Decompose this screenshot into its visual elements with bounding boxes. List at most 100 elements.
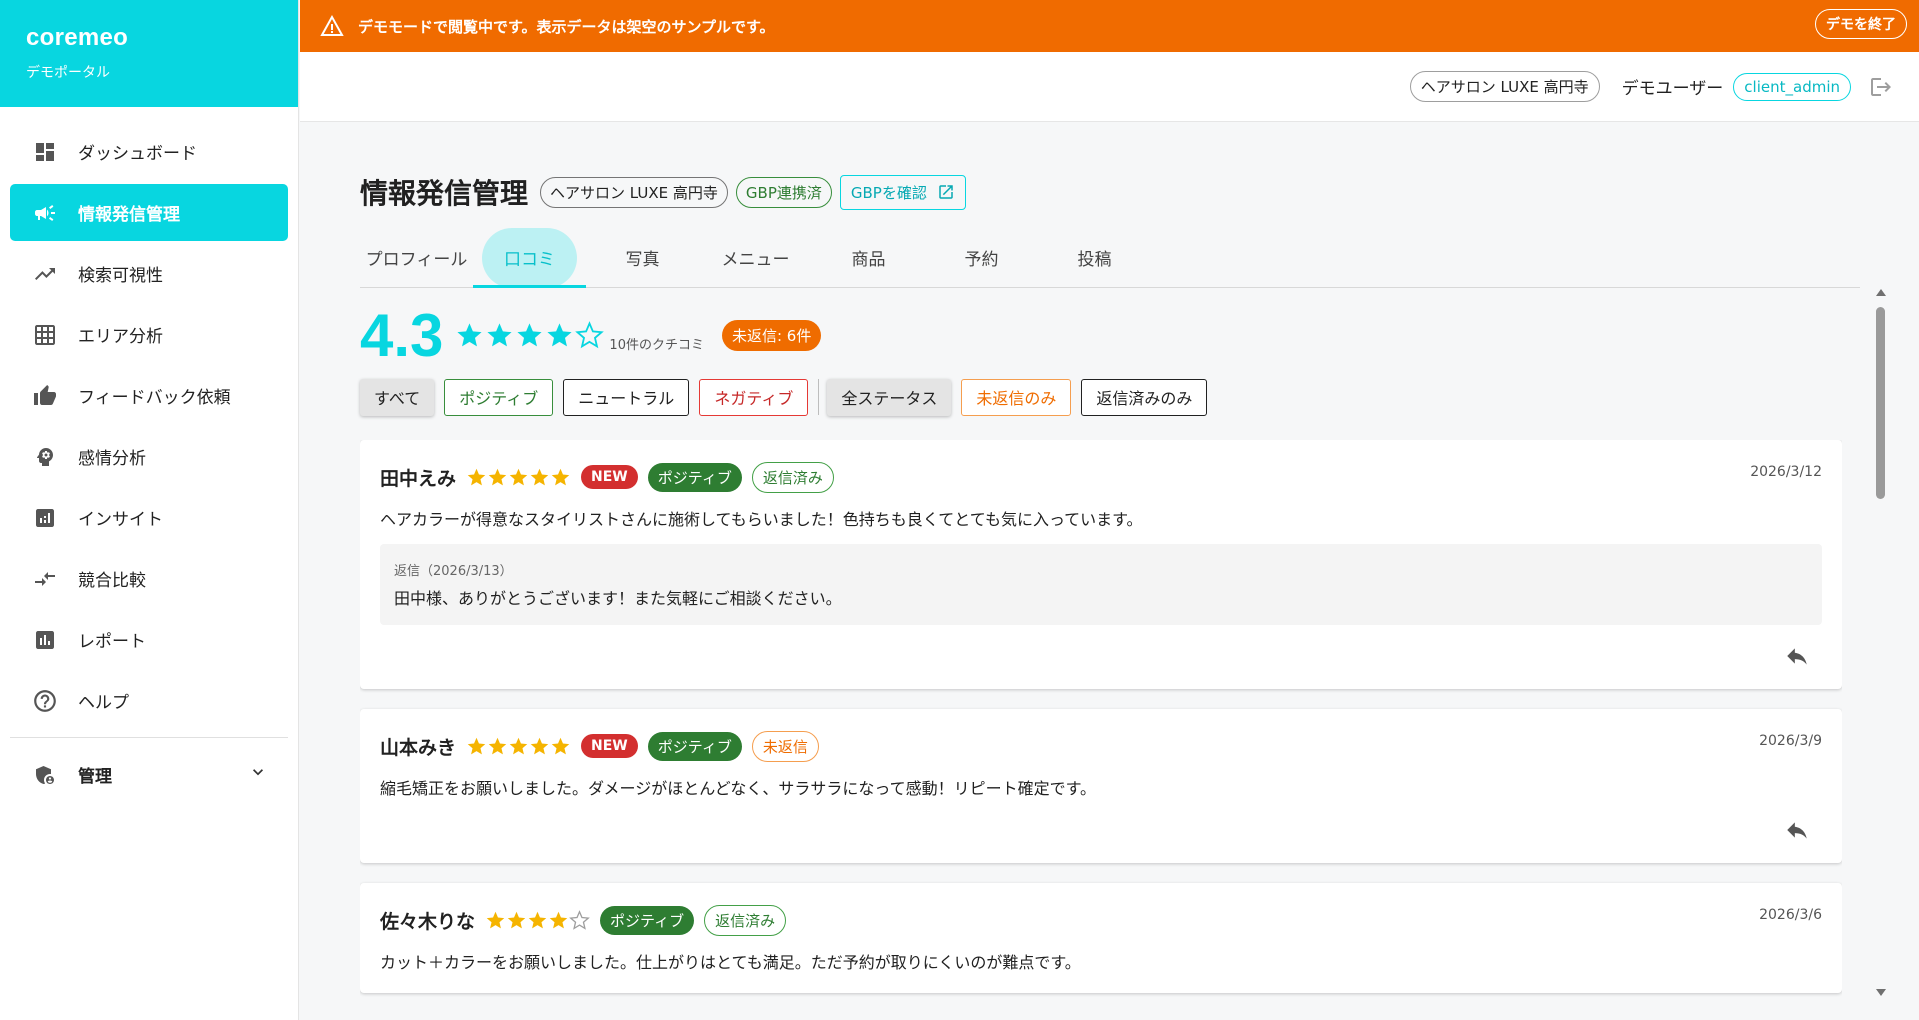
filter-divider — [818, 379, 820, 415]
help-icon — [32, 688, 58, 714]
star-filled-icon — [488, 468, 507, 485]
reply-box: 返信（2026/3/13） 田中様、ありがとうございます！また気軽にご相談くださ… — [380, 544, 1822, 625]
star-filled-icon — [530, 737, 549, 754]
review-author: 山本みき — [380, 736, 457, 759]
star-filled-icon — [549, 911, 568, 928]
star-filled-icon — [487, 322, 513, 346]
tab-reviews[interactable]: 口コミ — [473, 228, 586, 288]
filter-all[interactable]: すべて — [360, 378, 435, 416]
sentiment-badge: ポジティブ — [600, 905, 695, 935]
sidebar-item-search-visibility[interactable]: 検索可視性 — [10, 245, 288, 302]
filter-replied[interactable]: 返信済みのみ — [1081, 378, 1208, 416]
average-star-rating — [455, 320, 605, 350]
brand-header: coremeo デモポータル — [0, 0, 298, 107]
logout-icon[interactable] — [1869, 75, 1893, 99]
sidebar-nav: ダッシュボード 情報発信管理 検索可視性 エリア分析 フィードバック依頼 感情分… — [0, 107, 298, 803]
star-filled-icon — [551, 468, 570, 485]
sidebar-item-label: レポート — [78, 632, 146, 652]
review-card: 田中えみ NEW ポジティブ 返信済み 2026/3/12 ヘアカラーが得意なス… — [360, 440, 1842, 689]
view-gbp-label: GBPを確認 — [850, 183, 927, 202]
sentiment-badge: ポジティブ — [647, 462, 742, 492]
warning-icon — [320, 14, 344, 38]
review-body: カット＋カラーをお願いしました。仕上がりはとても満足。ただ予約が取りにくいのが難… — [380, 953, 1081, 972]
main-content: 情報発信管理 ヘアサロン LUXE 高円寺 GBP連携済 GBPを確認 プロフィ… — [360, 170, 1860, 416]
star-filled-icon — [507, 911, 526, 928]
exit-demo-button[interactable]: デモを終了 — [1815, 9, 1907, 39]
sidebar-item-label: インサイト — [78, 510, 163, 530]
dashboard-icon — [32, 139, 58, 165]
sidebar-divider — [10, 737, 288, 738]
new-badge: NEW — [581, 734, 638, 758]
sidebar-item-label: 検索可視性 — [78, 266, 163, 286]
sidebar-item-competitor-comparison[interactable]: 競合比較 — [10, 550, 288, 607]
sidebar-item-label: フィードバック依頼 — [78, 388, 231, 408]
reply-icon[interactable] — [1784, 643, 1810, 669]
scroll-down-arrow-icon[interactable] — [1876, 989, 1886, 996]
bar-chart-icon — [32, 627, 58, 653]
star-empty-icon — [569, 909, 590, 930]
review-header: 田中えみ NEW ポジティブ 返信済み — [380, 461, 1822, 493]
compare-arrows-icon — [32, 566, 58, 592]
sidebar-item-label: ヘルプ — [78, 693, 129, 713]
tab-photos[interactable]: 写真 — [586, 228, 699, 287]
store-selector-chip[interactable]: ヘアサロン LUXE 高円寺 — [1409, 71, 1600, 102]
review-count: 10件のクチコミ — [609, 337, 704, 353]
sidebar-item-dashboard[interactable]: ダッシュボード — [10, 123, 288, 180]
tab-profile[interactable]: プロフィール — [360, 228, 473, 287]
sentiment-badge: ポジティブ — [647, 731, 742, 761]
brand-name: coremeo — [26, 24, 129, 51]
status-badge: 返信済み — [704, 904, 787, 936]
grid-icon — [32, 322, 58, 348]
average-rating: 4.3 — [360, 301, 444, 369]
demo-banner: デモモードで閲覧中です。表示データは架空のサンプルです。 デモを終了 — [300, 0, 1919, 52]
filter-neutral[interactable]: ニュートラル — [563, 378, 690, 416]
filter-negative[interactable]: ネガティブ — [699, 378, 809, 416]
star-filled-icon — [530, 468, 549, 485]
new-badge: NEW — [581, 465, 638, 489]
filter-unreplied[interactable]: 未返信のみ — [961, 378, 1072, 416]
page-title: 情報発信管理 — [360, 177, 529, 210]
sidebar-item-feedback-request[interactable]: フィードバック依頼 — [10, 367, 288, 424]
scrollbar[interactable] — [1874, 285, 1888, 1000]
reply-icon[interactable] — [1784, 817, 1810, 843]
sidebar-item-admin[interactable]: 管理 — [10, 746, 288, 803]
review-author: 田中えみ — [380, 467, 457, 490]
star-filled-icon — [528, 911, 547, 928]
reply-text: 田中様、ありがとうございます！また気軽にご相談ください。 — [394, 589, 842, 608]
insights-icon — [32, 505, 58, 531]
review-header: 佐々木りな ポジティブ 返信済み — [380, 904, 1822, 936]
review-header: 山本みき NEW ポジティブ 未返信 — [380, 730, 1822, 762]
chevron-down-icon — [248, 762, 268, 787]
psychology-icon — [32, 444, 58, 470]
review-date: 2026/3/9 — [1759, 733, 1822, 749]
sidebar-item-report[interactable]: レポート — [10, 611, 288, 668]
sidebar-item-label: 競合比較 — [78, 571, 146, 591]
status-badge: 返信済み — [751, 461, 834, 493]
filter-all-status[interactable]: 全ステータス — [827, 378, 952, 416]
reply-label: 返信（2026/3/13） — [394, 564, 513, 579]
star-filled-icon — [467, 737, 486, 754]
tab-menu[interactable]: メニュー — [699, 228, 812, 287]
filter-bar: すべて ポジティブ ニュートラル ネガティブ 全ステータス 未返信のみ 返信済み… — [360, 378, 1860, 416]
filter-positive[interactable]: ポジティブ — [444, 378, 554, 416]
sidebar-item-sentiment-analysis[interactable]: 感情分析 — [10, 428, 288, 485]
tab-posts[interactable]: 投稿 — [1038, 228, 1151, 287]
title-row: 情報発信管理 ヘアサロン LUXE 高円寺 GBP連携済 GBPを確認 — [360, 170, 1860, 214]
sidebar-item-label: エリア分析 — [78, 327, 163, 347]
review-author: 佐々木りな — [380, 910, 476, 933]
scroll-up-arrow-icon[interactable] — [1876, 289, 1886, 296]
sidebar-item-area-analysis[interactable]: エリア分析 — [10, 306, 288, 363]
scrollbar-thumb[interactable] — [1876, 307, 1885, 499]
megaphone-icon — [32, 200, 58, 226]
tab-booking[interactable]: 予約 — [925, 228, 1038, 287]
sidebar-item-help[interactable]: ヘルプ — [10, 672, 288, 729]
review-body: 縮毛矯正をお願いしました。ダメージがほとんどなく、サラサラになって感動！リピート… — [380, 779, 1097, 798]
star-filled-icon — [547, 322, 573, 346]
view-gbp-button[interactable]: GBPを確認 — [839, 174, 966, 210]
sidebar-item-content-management[interactable]: 情報発信管理 — [10, 184, 288, 241]
sidebar-item-insights[interactable]: インサイト — [10, 489, 288, 546]
status-badge: 未返信 — [751, 730, 819, 762]
tab-products[interactable]: 商品 — [812, 228, 925, 287]
review-list: 田中えみ NEW ポジティブ 返信済み 2026/3/12 ヘアカラーが得意なス… — [360, 440, 1842, 998]
thumb-up-icon — [32, 383, 58, 409]
